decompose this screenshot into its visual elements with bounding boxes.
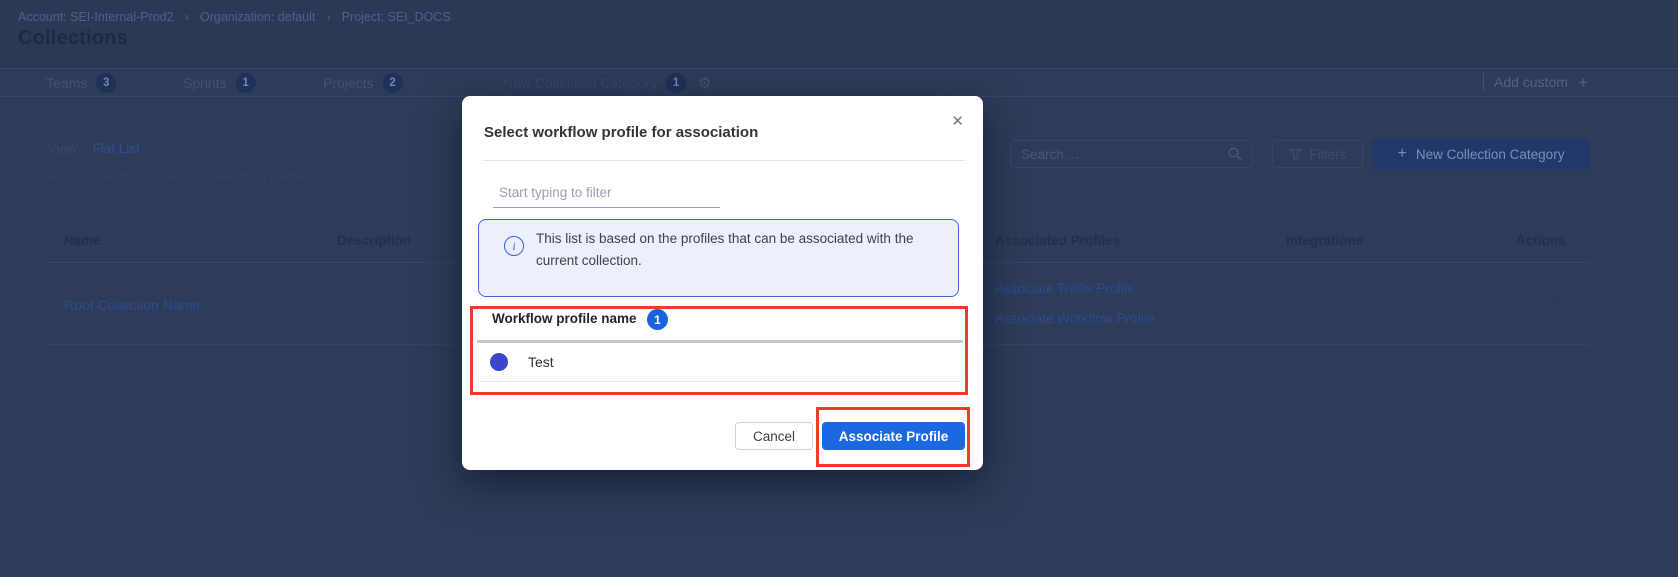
root-collection-value: Root Collection Name [166,169,306,184]
new-collection-category-label: New Collection Category [1416,147,1565,162]
tab-sprints[interactable]: Sprints 1 [183,73,256,93]
breadcrumb: Account: SEI-Internal-Prod2 › Organizati… [18,9,451,24]
tab-label: Projects [323,75,374,91]
search-box[interactable] [1010,140,1253,168]
associate-workflow-profile-link[interactable]: Associate Workflow Profile [995,311,1155,326]
row-collection-name-link[interactable]: Root Collection Name [64,297,200,313]
column-header-associated-profiles: Associated Profiles [995,233,1120,248]
select-workflow-profile-dialog: Select workflow profile for association … [462,96,983,470]
info-callout-text: This list is based on the profiles that … [536,228,950,271]
filters-button[interactable]: Filters [1272,140,1363,168]
column-header-description: Description [337,233,411,248]
tab-count-badge: 2 [383,73,403,93]
tab-label: Sprints [183,75,227,91]
tab-count-badge: 1 [666,73,686,93]
column-header-actions: Actions [1516,233,1566,248]
dialog-title-divider [483,160,965,161]
plus-icon[interactable]: + [1578,74,1588,91]
view-row: View : Flat List [48,141,140,156]
associate-profile-button[interactable]: Associate Profile [822,422,965,450]
info-callout: i This list is based on the profiles tha… [478,219,959,297]
root-collection-row: Root Collection : Root Collection Name [48,169,306,184]
tab-projects[interactable]: Projects 2 [323,73,403,93]
tab-count-badge: 1 [236,73,256,93]
search-input[interactable] [1021,147,1220,162]
breadcrumb-account[interactable]: Account: SEI-Internal-Prod2 [18,10,174,24]
vertical-divider [1483,73,1484,91]
search-icon [1228,147,1242,161]
chevron-right-icon: › [185,9,189,24]
list-item-divider [477,381,963,382]
tab-new-collection-category[interactable]: New Collection Category 1 ⚙ [503,73,712,93]
cancel-button[interactable]: Cancel [735,422,813,450]
profile-selected-dot[interactable] [490,353,508,371]
profile-list-item[interactable]: Test [528,354,554,370]
list-header-divider [477,340,963,343]
column-header-integrations: Integrations [1286,233,1363,248]
add-custom-label[interactable]: Add custom [1494,74,1568,90]
column-header-name: Name [64,233,101,248]
plus-icon: + [1398,146,1407,162]
new-collection-category-button[interactable]: + New Collection Category [1372,139,1590,169]
tab-label: New Collection Category [503,75,657,91]
associate-trellis-profile-link[interactable]: Associate Trellis Profile [995,281,1135,296]
tab-count-badge: 3 [96,73,116,93]
root-collection-label: Root Collection : [48,169,156,184]
profile-count-badge: 1 [647,309,668,330]
close-icon[interactable]: ✕ [951,112,964,130]
gear-icon[interactable]: ⚙ [698,74,711,92]
filter-funnel-icon [1289,148,1302,161]
view-label: View : [48,141,85,156]
view-flat-list-link[interactable]: Flat List [93,141,140,156]
chevron-right-icon: › [326,9,330,24]
add-custom-control[interactable]: Add custom + [1483,73,1588,91]
breadcrumb-organization[interactable]: Organization: default [200,10,315,24]
tab-label: Teams [46,75,87,91]
profile-filter-input[interactable] [493,183,720,208]
workflow-profile-list-header: Workflow profile name [492,311,637,326]
tab-teams[interactable]: Teams 3 [46,73,116,93]
filters-label: Filters [1310,147,1347,162]
page-title: Collections [18,27,128,50]
breadcrumb-project[interactable]: Project: SEI_DOCS [342,10,451,24]
dialog-title: Select workflow profile for association [484,124,758,141]
trash-icon[interactable] [1548,296,1564,312]
copy-icon[interactable] [1510,296,1526,312]
info-icon: i [504,236,524,256]
